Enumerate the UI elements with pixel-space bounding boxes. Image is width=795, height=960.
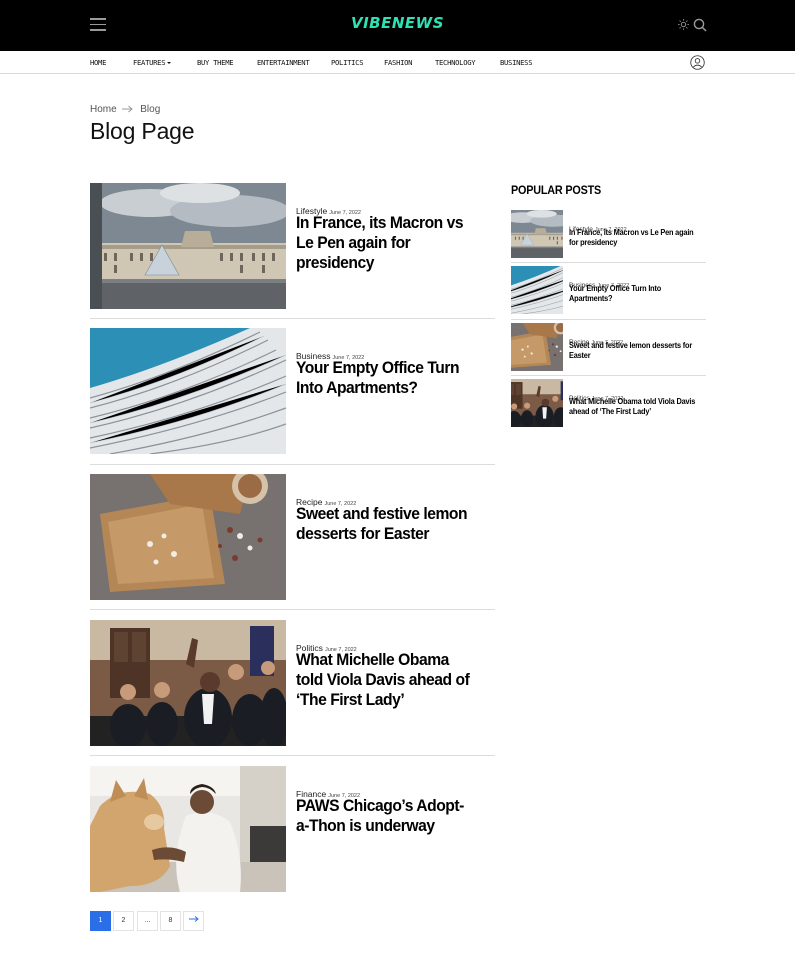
post-card: Finance June 7, 2022 PAWS Chicago’s Adopt… — [90, 766, 495, 892]
post-title[interactable]: In France, its Macron vs Le Pen again fo… — [296, 213, 475, 273]
popular-post-image[interactable] — [511, 266, 563, 314]
popular-post-title[interactable]: Your Empty Office Turn Into Apartments? — [569, 284, 698, 303]
post-image[interactable] — [90, 766, 286, 892]
nav-technology[interactable]: TECHNOLOGY — [435, 58, 476, 67]
nav-business[interactable]: BUSINESS — [500, 58, 533, 67]
page-ellipsis: ... — [137, 911, 158, 931]
site-logo[interactable]: VIBENEWS — [0, 14, 795, 32]
sun-icon[interactable] — [678, 19, 689, 30]
divider — [90, 318, 495, 319]
post-title[interactable]: What Michelle Obama told Viola Davis ahe… — [296, 650, 475, 710]
popular-post-title[interactable]: What Michelle Obama told Viola Davis ahe… — [569, 397, 698, 416]
popular-post-image[interactable] — [511, 323, 563, 371]
caret-down-icon — [167, 62, 172, 64]
post-image[interactable] — [90, 620, 286, 746]
top-bar: VIBENEWS — [0, 0, 795, 51]
divider — [511, 262, 706, 263]
divider — [511, 319, 706, 320]
nav-features-label: FEATURES — [133, 58, 166, 67]
post-card: Business June 7, 2022 Your Empty Office T… — [90, 328, 495, 454]
post-title[interactable]: Sweet and festive lemon desserts for Eas… — [296, 504, 475, 544]
post-image[interactable] — [90, 183, 286, 309]
next-page-button[interactable] — [183, 911, 204, 931]
divider — [90, 755, 495, 756]
nav-fashion[interactable]: FASHION — [384, 58, 413, 67]
main-nav: HOME FEATURES BUY THEME ENTERTAINMENT PO… — [0, 51, 795, 74]
search-icon[interactable] — [693, 18, 707, 32]
popular-post: Recipe June 7, 2022 Sweet and festive lem… — [511, 323, 706, 371]
arrow-right-icon — [122, 105, 134, 113]
popular-post: Business June 7, 2022 Your Empty Office T… — [511, 266, 706, 314]
user-icon[interactable] — [690, 55, 705, 70]
breadcrumb-blog: Blog — [140, 104, 161, 115]
post-card: Politics June 7, 2022 What Michelle Obama… — [90, 620, 495, 746]
nav-buy-theme[interactable]: BUY THEME — [197, 58, 234, 67]
popular-post: Politics June 7, 2022 What Michelle Obama… — [511, 379, 706, 427]
page-title: Blog Page — [90, 118, 195, 144]
post-card: Lifestyle June 7, 2022 In France, its Mac… — [90, 183, 495, 309]
nav-entertainment[interactable]: ENTERTAINMENT — [257, 58, 310, 67]
nav-features[interactable]: FEATURES — [133, 58, 172, 67]
popular-posts-heading: POPULAR POSTS — [511, 183, 602, 197]
page-8-button[interactable]: 8 — [160, 911, 181, 931]
post-card: Recipe June 7, 2022 Sweet and festive lem… — [90, 474, 495, 600]
divider — [90, 464, 495, 465]
popular-post-image[interactable] — [511, 379, 563, 427]
page-1-button[interactable]: 1 — [90, 911, 111, 931]
nav-politics[interactable]: POLITICS — [331, 58, 364, 67]
arrow-right-icon — [188, 916, 199, 922]
nav-home[interactable]: HOME — [90, 58, 106, 67]
post-image[interactable] — [90, 474, 286, 600]
popular-post: Lifestyle June 7, 2022 In France, its Mac… — [511, 210, 706, 258]
popular-post-image[interactable] — [511, 210, 563, 258]
popular-post-title[interactable]: In France, its Macron vs Le Pen again fo… — [569, 228, 698, 247]
divider — [90, 609, 495, 610]
page-2-button[interactable]: 2 — [113, 911, 134, 931]
breadcrumb-home[interactable]: Home — [90, 104, 117, 115]
breadcrumb: Home Blog — [90, 104, 160, 115]
divider — [511, 375, 706, 376]
post-title[interactable]: Your Empty Office Turn Into Apartments? — [296, 358, 475, 398]
popular-post-title[interactable]: Sweet and festive lemon desserts for Eas… — [569, 341, 698, 360]
post-title[interactable]: PAWS Chicago’s Adopt-a-Thon is underway — [296, 796, 475, 836]
post-image[interactable] — [90, 328, 286, 454]
